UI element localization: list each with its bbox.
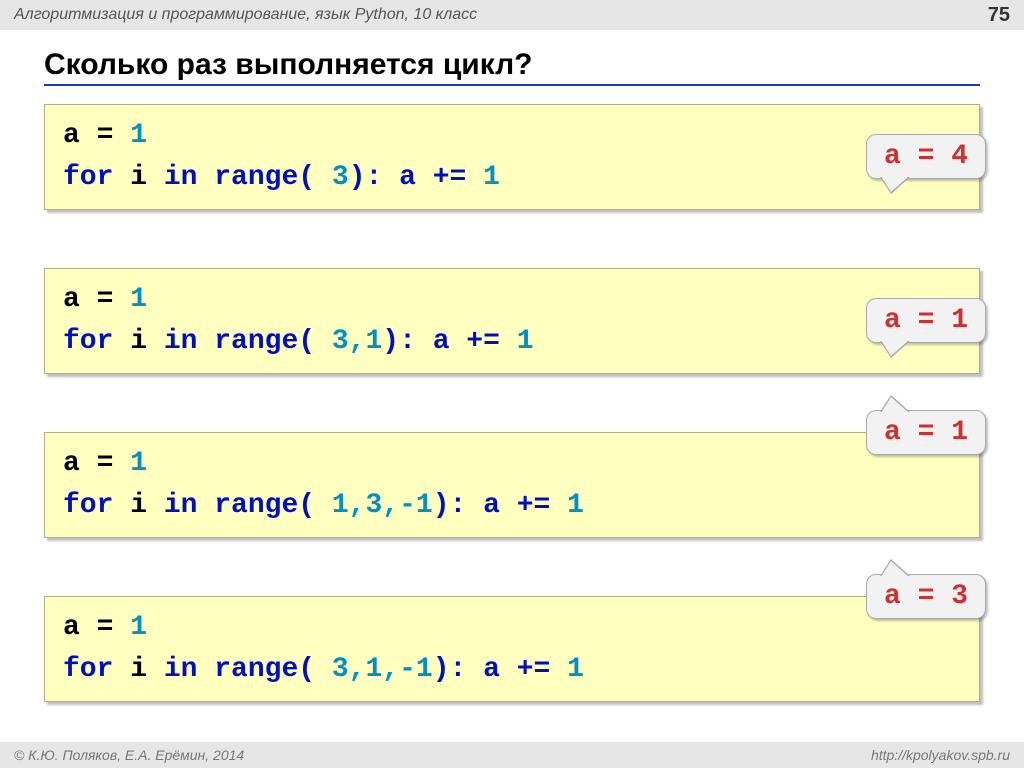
slide-content: Сколько раз выполняется цикл? a = 1 for …: [0, 30, 1024, 702]
answer-bubble: a = 1: [866, 298, 986, 343]
code-op: =: [80, 120, 130, 151]
code-var: a: [63, 120, 80, 151]
kw-range: range(: [197, 162, 315, 193]
kw-for: for: [63, 162, 113, 193]
code-num: 1: [130, 448, 147, 479]
code-close: ): a +=: [433, 654, 567, 685]
kw-for: for: [63, 326, 113, 357]
kw-in: in: [164, 490, 198, 521]
code-num: 1: [130, 284, 147, 315]
code-var: i: [113, 326, 163, 357]
code-inc: 1: [483, 162, 500, 193]
page-number: 75: [988, 4, 1010, 27]
header-bar: Алгоритмизация и программирование, язык …: [0, 0, 1024, 30]
code-inc: 1: [567, 654, 584, 685]
code-var: a: [63, 612, 80, 643]
example-1: a = 1 for i in range( 3): a += 1 a = 4: [44, 104, 980, 210]
code-args: 1,3,-1: [315, 490, 433, 521]
code-num: 1: [130, 120, 147, 151]
example-4: a = 1 for i in range( 3,1,-1): a += 1 a …: [44, 596, 980, 702]
title-underline: [44, 84, 980, 86]
kw-range: range(: [197, 326, 315, 357]
code-block: a = 1 for i in range( 3,1): a += 1: [44, 268, 980, 374]
answer-bubble: a = 4: [866, 134, 986, 179]
code-op: =: [80, 448, 130, 479]
code-var: i: [113, 490, 163, 521]
kw-in: in: [164, 654, 198, 685]
kw-for: for: [63, 654, 113, 685]
code-inc: 1: [517, 326, 534, 357]
code-var: a: [63, 448, 80, 479]
code-var: i: [113, 654, 163, 685]
code-args: 3,1,-1: [315, 654, 433, 685]
code-close: ): a +=: [349, 162, 483, 193]
code-var: i: [113, 162, 163, 193]
example-2: a = 1 for i in range( 3,1): a += 1 a = 1: [44, 268, 980, 374]
answer-bubble: a = 3: [866, 574, 986, 619]
copyright-label: © К.Ю. Поляков, Е.А. Ерёмин, 2014: [14, 747, 244, 763]
code-args: 3: [315, 162, 349, 193]
code-block: a = 1 for i in range( 3,1,-1): a += 1: [44, 596, 980, 702]
code-block: a = 1 for i in range( 3): a += 1: [44, 104, 980, 210]
code-args: 3,1: [315, 326, 382, 357]
code-block: a = 1 for i in range( 1,3,-1): a += 1: [44, 432, 980, 538]
code-var: a: [63, 284, 80, 315]
code-num: 1: [130, 612, 147, 643]
example-3: a = 1 for i in range( 1,3,-1): a += 1 a …: [44, 432, 980, 538]
subject-label: Алгоритмизация и программирование, язык …: [14, 6, 477, 24]
code-inc: 1: [567, 490, 584, 521]
slide-title: Сколько раз выполняется цикл?: [44, 48, 980, 82]
code-close: ): a +=: [433, 490, 567, 521]
code-op: =: [80, 612, 130, 643]
code-close: ): a +=: [382, 326, 516, 357]
footer-url: http://kpolyakov.spb.ru: [871, 747, 1010, 763]
footer-bar: © К.Ю. Поляков, Е.А. Ерёмин, 2014 http:/…: [0, 742, 1024, 768]
kw-in: in: [164, 162, 198, 193]
code-op: =: [80, 284, 130, 315]
kw-for: for: [63, 490, 113, 521]
answer-bubble: a = 1: [866, 410, 986, 455]
kw-range: range(: [197, 654, 315, 685]
kw-range: range(: [197, 490, 315, 521]
kw-in: in: [164, 326, 198, 357]
